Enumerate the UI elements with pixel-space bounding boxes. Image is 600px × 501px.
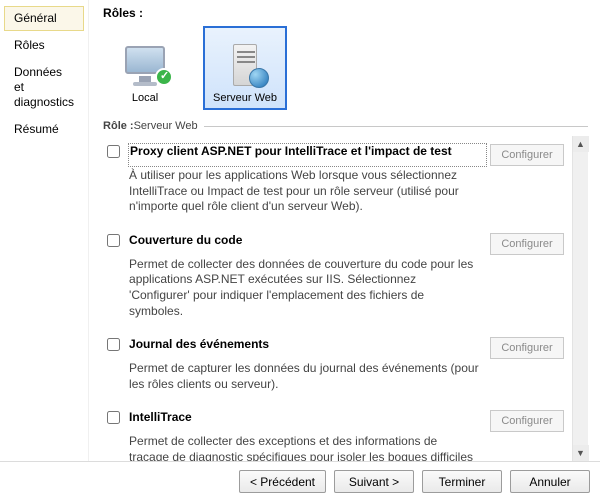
cancel-button[interactable]: Annuler	[510, 470, 590, 493]
option-intellitrace-description: Permet de collecter des exceptions et de…	[129, 434, 486, 461]
next-button[interactable]: Suivant >	[334, 470, 414, 493]
option-event-log-configure-button[interactable]: Configurer	[490, 337, 564, 359]
option-aspnet-proxy-configure-button[interactable]: Configurer	[490, 144, 564, 166]
option-aspnet-proxy-checkbox[interactable]	[107, 145, 120, 158]
main-panel: Rôles : Local	[89, 0, 600, 461]
option-code-coverage-title: Couverture du code	[129, 233, 486, 255]
wizard-footer: < Précédent Suivant > Terminer Annuler	[0, 461, 600, 501]
monitor-icon	[119, 44, 171, 88]
options-list: Proxy client ASP.NET pour IntelliTrace e…	[103, 136, 572, 461]
finish-button[interactable]: Terminer	[422, 470, 502, 493]
roles-section-label: Rôles :	[103, 6, 588, 20]
role-name-server-web: Serveur Web	[213, 92, 277, 104]
option-event-log-title: Journal des événements	[129, 337, 486, 359]
option-aspnet-proxy: Proxy client ASP.NET pour IntelliTrace e…	[103, 136, 568, 225]
option-code-coverage: Couverture du code Configurer Permet de …	[103, 225, 568, 329]
sidebar-item-summary[interactable]: Résumé	[4, 117, 84, 142]
role-card-server-web[interactable]: Serveur Web	[203, 26, 287, 110]
vertical-scrollbar[interactable]: ▲ ▼	[572, 136, 588, 461]
server-web-icon	[219, 44, 271, 88]
role-name-local: Local	[132, 92, 158, 104]
sidebar-item-data-diagnostics[interactable]: Données et diagnostics	[4, 60, 84, 115]
sidebar: Général Rôles Données et diagnostics Rés…	[0, 0, 89, 461]
back-button[interactable]: < Précédent	[239, 470, 326, 493]
option-aspnet-proxy-description: À utiliser pour les applications Web lor…	[129, 168, 486, 215]
globe-icon	[249, 68, 269, 88]
sidebar-item-roles[interactable]: Rôles	[4, 33, 84, 58]
option-intellitrace-checkbox[interactable]	[107, 411, 120, 424]
scroll-down-arrow-icon[interactable]: ▼	[573, 445, 589, 461]
option-code-coverage-description: Permet de collecter des données de couve…	[129, 257, 486, 319]
option-intellitrace-configure-button[interactable]: Configurer	[490, 410, 564, 432]
checkmark-badge-icon	[155, 68, 173, 86]
option-event-log: Journal des événements Configurer Permet…	[103, 329, 568, 402]
option-code-coverage-checkbox[interactable]	[107, 234, 120, 247]
option-intellitrace: IntelliTrace Configurer Permet de collec…	[103, 402, 568, 461]
option-code-coverage-configure-button[interactable]: Configurer	[490, 233, 564, 255]
sidebar-item-general[interactable]: Général	[4, 6, 84, 31]
scroll-up-arrow-icon[interactable]: ▲	[573, 136, 589, 152]
role-card-local[interactable]: Local	[103, 26, 187, 110]
role-fieldset-prefix: Rôle :	[103, 120, 134, 132]
option-aspnet-proxy-title: Proxy client ASP.NET pour IntelliTrace e…	[129, 144, 486, 166]
roles-row: Local Serveur Web	[103, 26, 588, 110]
option-event-log-checkbox[interactable]	[107, 338, 120, 351]
role-fieldset-role: Serveur Web	[134, 120, 198, 132]
role-fieldset-legend: Rôle :Serveur Web	[103, 120, 588, 132]
option-event-log-description: Permet de capturer les données du journa…	[129, 361, 486, 392]
option-intellitrace-title: IntelliTrace	[129, 410, 486, 432]
